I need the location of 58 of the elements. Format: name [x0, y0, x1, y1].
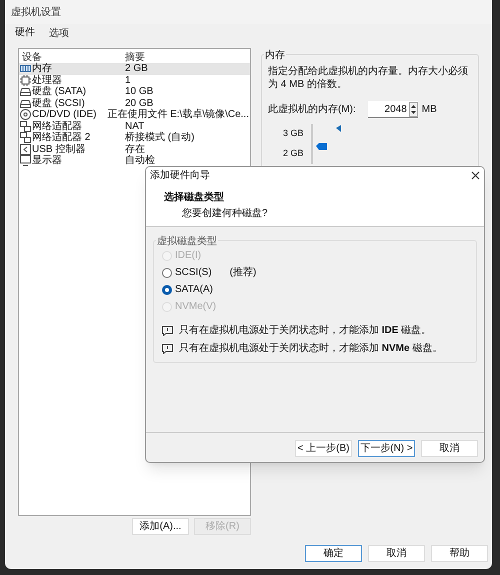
table-cell: 自动检 — [125, 155, 155, 166]
scale-label: 2 GB — [283, 147, 304, 159]
dialog-button[interactable]: 取消 — [368, 545, 425, 562]
table-row[interactable]: CD/DVD (IDE) 正在使用文件 E:\载卓\镜像\Ce... — [19, 109, 250, 120]
table-cell: 20 GB — [125, 98, 154, 109]
table-cell: 硬盘 (SATA) — [32, 86, 86, 98]
speech-bubble-icon — [162, 344, 173, 354]
scale-label: 3 GB — [283, 127, 304, 139]
wizard-subheading: 您要创建何种磁盘? — [181, 206, 268, 221]
speech-bubble-icon — [162, 326, 173, 336]
column-header: 摘要 — [125, 50, 145, 64]
chip-icon — [20, 74, 31, 86]
dialog-button[interactable]: < 上一步(B) — [295, 440, 352, 457]
table-cell: 存在 — [125, 144, 145, 155]
memory-chip-icon — [20, 63, 31, 74]
network-icon — [20, 132, 31, 144]
monitor-icon — [20, 155, 31, 166]
column-header: 设备 — [22, 50, 43, 62]
info-text: 只有在虚拟机电源处于关闭状态时，才能添加 NVMe 磁盘。 — [179, 342, 442, 356]
spin-box[interactable]: 2048 — [368, 101, 418, 118]
table-cell: 网络适配器 — [32, 120, 82, 132]
disc-icon — [20, 109, 31, 120]
info-text: 只有在虚拟机电源处于关闭状态时，才能添加 IDE 磁盘。 — [179, 324, 432, 338]
dialog-button[interactable]: 确定 — [305, 545, 362, 562]
table-cell: 桥接模式 (自动) — [125, 132, 194, 144]
network-icon — [20, 120, 31, 132]
disk-drive-icon — [20, 86, 31, 98]
table-row[interactable]: 内存 2 GB — [19, 63, 250, 74]
table-cell: 显示器 — [32, 155, 62, 166]
dialog-button[interactable]: 帮助 — [431, 545, 488, 562]
close-icon[interactable] — [471, 171, 480, 180]
table-cell: 1 — [125, 74, 131, 86]
dialog-button[interactable]: 下一步(N) > — [358, 440, 415, 457]
table-cell: 2 GB — [125, 63, 148, 74]
tab[interactable]: 选项 — [43, 25, 75, 42]
add-button[interactable]: 添加(A)... — [132, 518, 189, 535]
table-cell: NAT — [125, 120, 144, 132]
description: 指定分配给此虚拟机的内存量。内存大小必须为 4 MB 的倍数。 — [268, 65, 469, 91]
wizard-heading: 选择磁盘类型 — [164, 190, 224, 205]
table-cell: 10 GB — [125, 86, 154, 98]
dialog-button[interactable]: 取消 — [421, 440, 478, 457]
spin-arrows-icon[interactable] — [408, 102, 418, 116]
table-cell: CD/DVD (IDE) — [32, 109, 96, 120]
table-cell: 处理器 — [32, 74, 62, 86]
disk-drive-icon — [20, 98, 31, 109]
dialog-title: 添加硬件向导 — [150, 168, 210, 183]
table-cell: 网络适配器 2 — [32, 132, 90, 144]
window-title: 虚拟机设置 — [11, 6, 61, 20]
table-cell: USB 控制器 — [32, 144, 86, 155]
table-cell: 硬盘 (SCSI) — [32, 98, 85, 109]
radio-button[interactable]: SCSI(S) — [162, 265, 212, 280]
usb-icon — [20, 144, 31, 155]
unit-label: MB — [422, 103, 437, 117]
radio-button[interactable]: SATA(A) — [162, 282, 213, 297]
table-cell: 正在使用文件 E:\载卓\镜像\Ce... — [107, 109, 249, 120]
field-label: 此虚拟机的内存(M): — [268, 102, 356, 117]
table-cell: 内存 — [32, 63, 52, 74]
recommended-note: (推荐) — [230, 266, 256, 280]
